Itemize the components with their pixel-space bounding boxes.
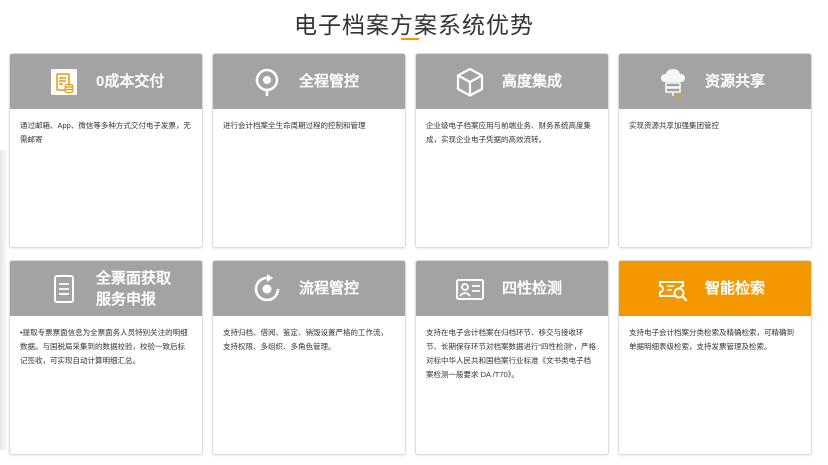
page-title: 电子档案方案系统优势 <box>294 12 534 38</box>
card-title: 资源共享 <box>705 73 766 90</box>
card-description: 通过邮箱、App、微信等多种方式交付电子发票，无需邮寄 <box>20 121 191 144</box>
card-full-invoice-acquisition[interactable]: 全票面获取服务申报 •提取专票票面信息为全票面务人员特别关注的明细数据。与国税局… <box>9 260 203 455</box>
card-description: 进行会计档案全生命周期过程的控制和管理 <box>223 121 366 130</box>
card-header: 资源共享 <box>619 54 811 109</box>
card-four-property-check[interactable]: 四性检测 支持在电子会计档案在归档环节、移交与接收环节、长期保存环节对档案数据进… <box>415 260 609 455</box>
card-description: 支持归档、借阅、鉴定、销毁设置严格的工作流，支持权限、多组织、多角色管理。 <box>223 328 388 351</box>
card-title: 高度集成 <box>502 73 563 90</box>
card-smart-search[interactable]: 智能检索 支持电子会计档案分类检索及精确检索，可精确到单据明细表级检索，支持发票… <box>618 260 812 455</box>
card-title: 四性检测 <box>502 280 563 297</box>
card-header: 智能检索 <box>619 261 811 316</box>
id-card-icon <box>454 273 486 305</box>
card-description: 支持在电子会计档案在归档环节、移交与接收环节、长期保存环节对档案数据进行“四性检… <box>426 328 596 379</box>
card-title: 流程管控 <box>299 280 360 297</box>
card-description: •提取专票票面信息为全票面务人员特别关注的明细数据。与国税局采集到的数据校验，校… <box>20 328 188 365</box>
card-description: 企业级电子档案应用与前端业务、财务系统高度集成，实现企业电子凭据的高效流转。 <box>426 121 591 144</box>
card-header: 全程管控 <box>213 54 405 109</box>
title-underline <box>401 38 419 40</box>
card-high-integration[interactable]: 高度集成 企业级电子档案应用与前端业务、财务系统高度集成，实现企业电子凭据的高效… <box>415 53 609 248</box>
cube-icon <box>454 66 486 98</box>
card-title: 全程管控 <box>299 73 360 90</box>
card-header: 全票面获取服务申报 <box>10 261 202 316</box>
left-edge-shadow <box>0 150 8 450</box>
card-title: 智能检索 <box>705 280 766 297</box>
card-description: 支持电子会计档案分类检索及精确检索，可精确到单据明细表级检索，支持发票管理及检索… <box>629 328 794 351</box>
card-header: 流程管控 <box>213 261 405 316</box>
card-header: 0成本交付 <box>10 54 202 109</box>
document-list-icon <box>48 273 80 305</box>
cloud-server-icon <box>657 66 689 98</box>
card-header: 四性检测 <box>416 261 608 316</box>
ticket-search-icon <box>657 273 689 305</box>
card-resource-sharing[interactable]: 资源共享 实现资源共享加强集团管控 <box>618 53 812 248</box>
card-workflow-control[interactable]: 流程管控 支持归档、借阅、鉴定、销毁设置严格的工作流，支持权限、多组织、多角色管… <box>212 260 406 455</box>
card-description: 实现资源共享加强集团管控 <box>629 121 719 130</box>
card-zero-cost-delivery[interactable]: 0成本交付 通过邮箱、App、微信等多种方式交付电子发票，无需邮寄 <box>9 53 203 248</box>
card-title: 全票面获取服务申报 <box>96 269 172 308</box>
card-title: 0成本交付 <box>96 73 165 90</box>
card-header: 高度集成 <box>416 54 608 109</box>
location-pin-icon <box>251 66 283 98</box>
document-coins-icon <box>48 66 80 98</box>
cycle-arrow-icon <box>251 273 283 305</box>
card-full-process-control[interactable]: 全程管控 进行会计档案全生命周期过程的控制和管理 <box>212 53 406 248</box>
